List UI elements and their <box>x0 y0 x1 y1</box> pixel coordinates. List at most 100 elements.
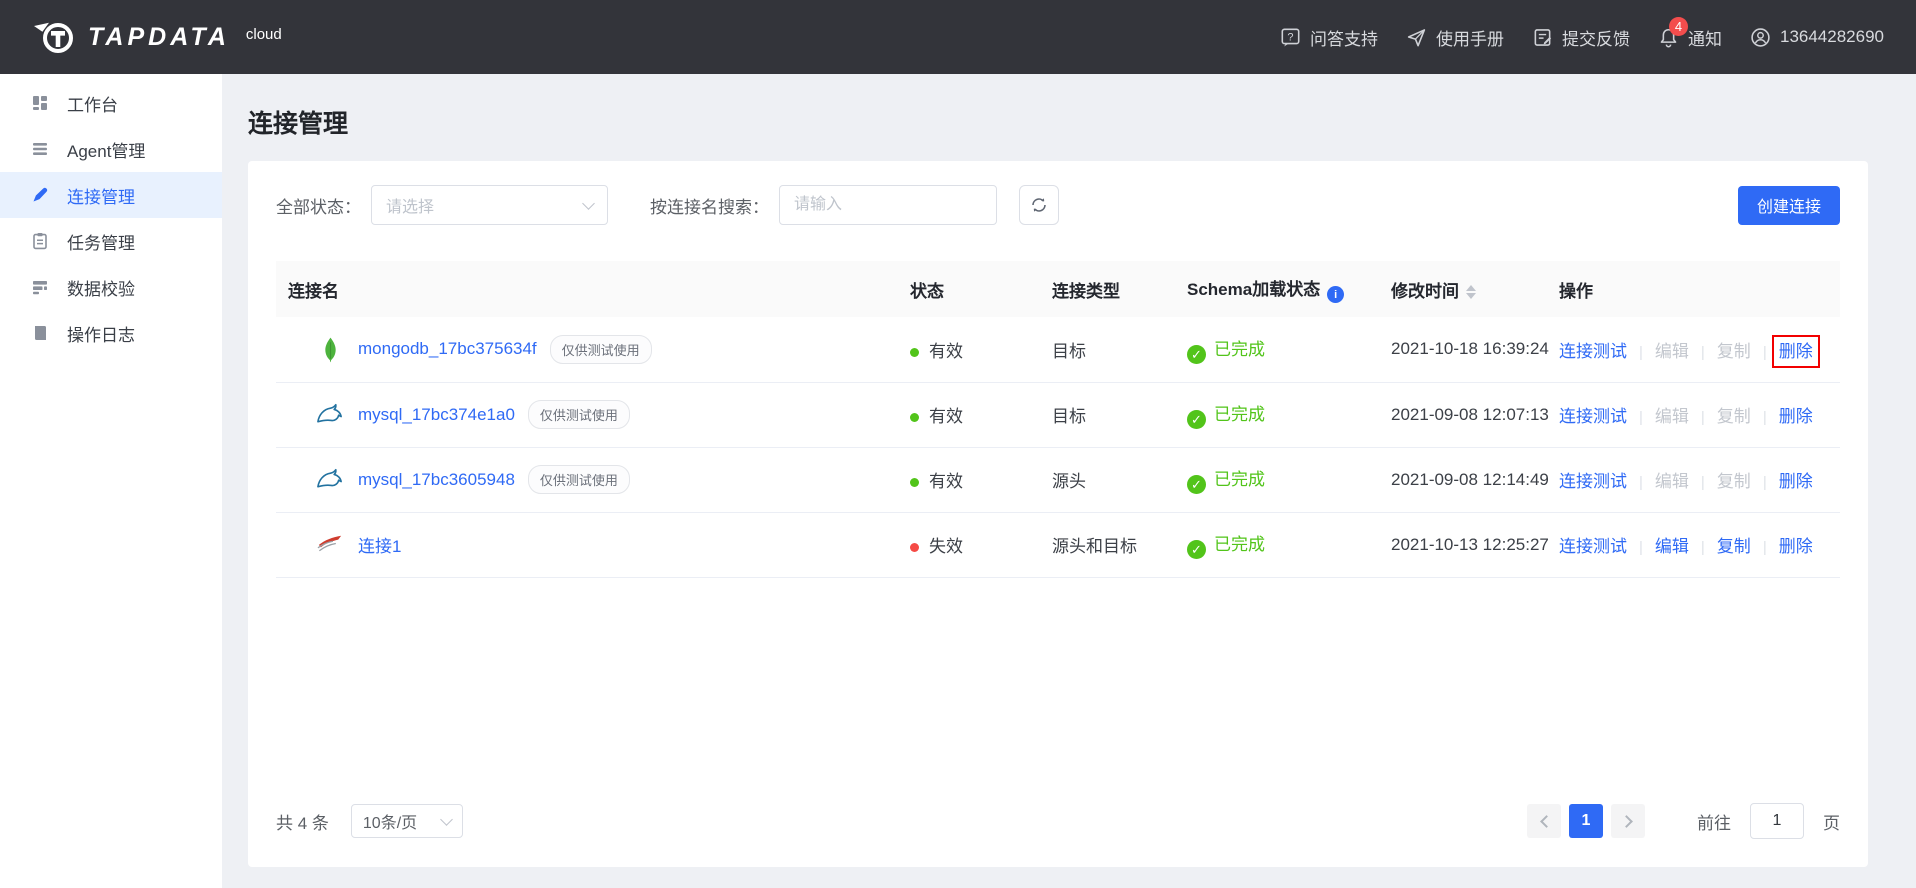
column-connection-name: 连接名 <box>288 281 339 301</box>
refresh-button[interactable] <box>1019 185 1059 225</box>
goto-label: 前往 <box>1697 813 1731 833</box>
action-copy[interactable]: 复制 <box>1717 537 1751 556</box>
table-row: mysql_17bc3605948 仅供测试使用 有效 源头 ✓ 已完成 2021… <box>276 447 1840 512</box>
operation-log-icon <box>30 323 50 343</box>
action-separator: | <box>1700 474 1705 491</box>
nav-qa-support[interactable]: ? 问答支持 <box>1280 25 1378 50</box>
sidebar-item-label: 连接管理 <box>67 187 135 207</box>
connection-name-link[interactable]: mysql_17bc374e1a0 <box>358 405 515 425</box>
connection-name-link[interactable]: 连接1 <box>358 532 401 557</box>
action-separator: | <box>1639 409 1643 426</box>
nav-notifications[interactable]: 4 通知 <box>1658 16 1722 50</box>
status-dot <box>910 347 919 357</box>
next-page-button[interactable] <box>1611 804 1645 838</box>
check-circle-icon: ✓ <box>1187 345 1206 364</box>
action-delete[interactable]: 删除 <box>1779 537 1813 556</box>
pagination: 共 4 条 10条/页 1 前往 页 <box>276 803 1840 849</box>
page-1-button[interactable]: 1 <box>1569 804 1603 838</box>
nav-label: 问答支持 <box>1309 29 1378 49</box>
notification-badge: 4 <box>1668 16 1688 36</box>
action-separator: | <box>1762 474 1767 491</box>
create-connection-button[interactable]: 创建连接 <box>1737 185 1840 225</box>
action-edit[interactable]: 编辑 <box>1655 537 1689 556</box>
status-text: 有效 <box>929 472 963 491</box>
action-edit[interactable]: 编辑 <box>1655 342 1689 361</box>
status-filter-label: 全部状态： <box>276 197 361 217</box>
chevron-down-icon <box>582 196 595 210</box>
workbench-icon <box>30 93 50 113</box>
svg-text:?: ? <box>1287 31 1293 43</box>
action-copy[interactable]: 复制 <box>1717 342 1751 361</box>
action-edit[interactable]: 编辑 <box>1655 472 1689 491</box>
column-modified-time-label: 修改时间 <box>1391 281 1459 301</box>
sidebar-item-connections[interactable]: 连接管理 <box>0 172 222 218</box>
column-actions: 操作 <box>1559 281 1593 301</box>
connection-name-link[interactable]: mongodb_17bc375634f <box>358 339 537 359</box>
sidebar-item-operation-log[interactable]: 操作日志 <box>0 310 222 356</box>
connection-type: 目标 <box>1052 341 1086 361</box>
brand[interactable]: TAPDATA cloud <box>32 17 282 57</box>
action-copy[interactable]: 复制 <box>1717 407 1751 426</box>
sidebar-item-tasks[interactable]: 任务管理 <box>0 218 222 264</box>
action-delete[interactable]: 删除 <box>1771 334 1820 368</box>
action-separator: | <box>1700 409 1705 426</box>
action-separator: | <box>1762 539 1767 556</box>
paper-plane-icon <box>1406 27 1427 48</box>
modified-time: 2021-09-08 12:14:49 <box>1391 469 1549 489</box>
action-connection-test[interactable]: 连接测试 <box>1559 472 1627 491</box>
sidebar: 工作台 Agent管理 连接管理 任务管理 数据校验 操作日志 <box>0 74 222 888</box>
chevron-down-icon <box>440 812 453 826</box>
bell-icon: 4 <box>1658 16 1688 48</box>
action-copy[interactable]: 复制 <box>1717 472 1751 491</box>
sort-icon[interactable] <box>1466 285 1476 300</box>
modified-time: 2021-10-13 12:25:27 <box>1391 534 1549 554</box>
sidebar-item-label: 数据校验 <box>67 279 135 299</box>
modified-time: 2021-09-08 12:07:13 <box>1391 404 1549 424</box>
action-edit[interactable]: 编辑 <box>1655 407 1689 426</box>
question-icon: ? <box>1280 27 1301 48</box>
sidebar-item-workbench[interactable]: 工作台 <box>0 80 222 126</box>
connection-type: 源头 <box>1052 472 1086 491</box>
action-connection-test[interactable]: 连接测试 <box>1559 342 1627 361</box>
nav-label: 通知 <box>1687 29 1722 49</box>
nav-label: 提交反馈 <box>1561 29 1630 49</box>
status-dot <box>910 543 919 552</box>
action-separator: | <box>1700 539 1705 556</box>
prev-page-button[interactable] <box>1527 804 1561 838</box>
action-connection-test[interactable]: 连接测试 <box>1559 537 1627 556</box>
connection-type: 源头和目标 <box>1052 537 1137 556</box>
sidebar-item-label: 工作台 <box>67 95 118 115</box>
action-separator: | <box>1639 343 1643 361</box>
action-delete[interactable]: 删除 <box>1779 472 1813 491</box>
connection-name-link[interactable]: mysql_17bc3605948 <box>358 470 515 490</box>
nav-user-manual[interactable]: 使用手册 <box>1406 25 1504 50</box>
page-unit-label: 页 <box>1823 813 1840 833</box>
action-connection-test[interactable]: 连接测试 <box>1559 407 1627 426</box>
page-size-select[interactable]: 10条/页 <box>350 804 463 838</box>
search-input[interactable] <box>779 185 997 225</box>
test-only-badge: 仅供测试使用 <box>527 465 630 494</box>
nav-label: 使用手册 <box>1435 29 1504 49</box>
info-icon[interactable]: i <box>1327 286 1345 304</box>
top-header: TAPDATA cloud ? 问答支持 使用手册 提交反馈 4 通知 1364… <box>0 0 1916 74</box>
data-validation-icon <box>30 277 50 297</box>
chevron-left-icon <box>1539 814 1553 828</box>
task-icon <box>30 231 50 251</box>
sidebar-item-label: 操作日志 <box>67 325 135 345</box>
goto-page-input[interactable] <box>1750 803 1804 839</box>
action-delete[interactable]: 删除 <box>1779 407 1813 426</box>
status-dot <box>910 478 919 487</box>
user-icon <box>1750 27 1771 48</box>
schema-status-text: 已完成 <box>1214 534 1265 554</box>
sidebar-item-data-validation[interactable]: 数据校验 <box>0 264 222 310</box>
status-select[interactable]: 请选择 <box>371 185 608 225</box>
check-circle-icon: ✓ <box>1187 540 1206 560</box>
mysql-icon <box>316 400 345 429</box>
feedback-icon <box>1532 27 1553 48</box>
nav-account[interactable]: 13644282690 <box>1750 27 1884 48</box>
nav-feedback[interactable]: 提交反馈 <box>1532 25 1630 50</box>
modified-time: 2021-10-18 16:39:24 <box>1391 339 1549 359</box>
sidebar-item-agent[interactable]: Agent管理 <box>0 126 222 172</box>
brand-suffix: cloud <box>245 26 282 43</box>
tapdata-logo-icon <box>34 22 73 53</box>
